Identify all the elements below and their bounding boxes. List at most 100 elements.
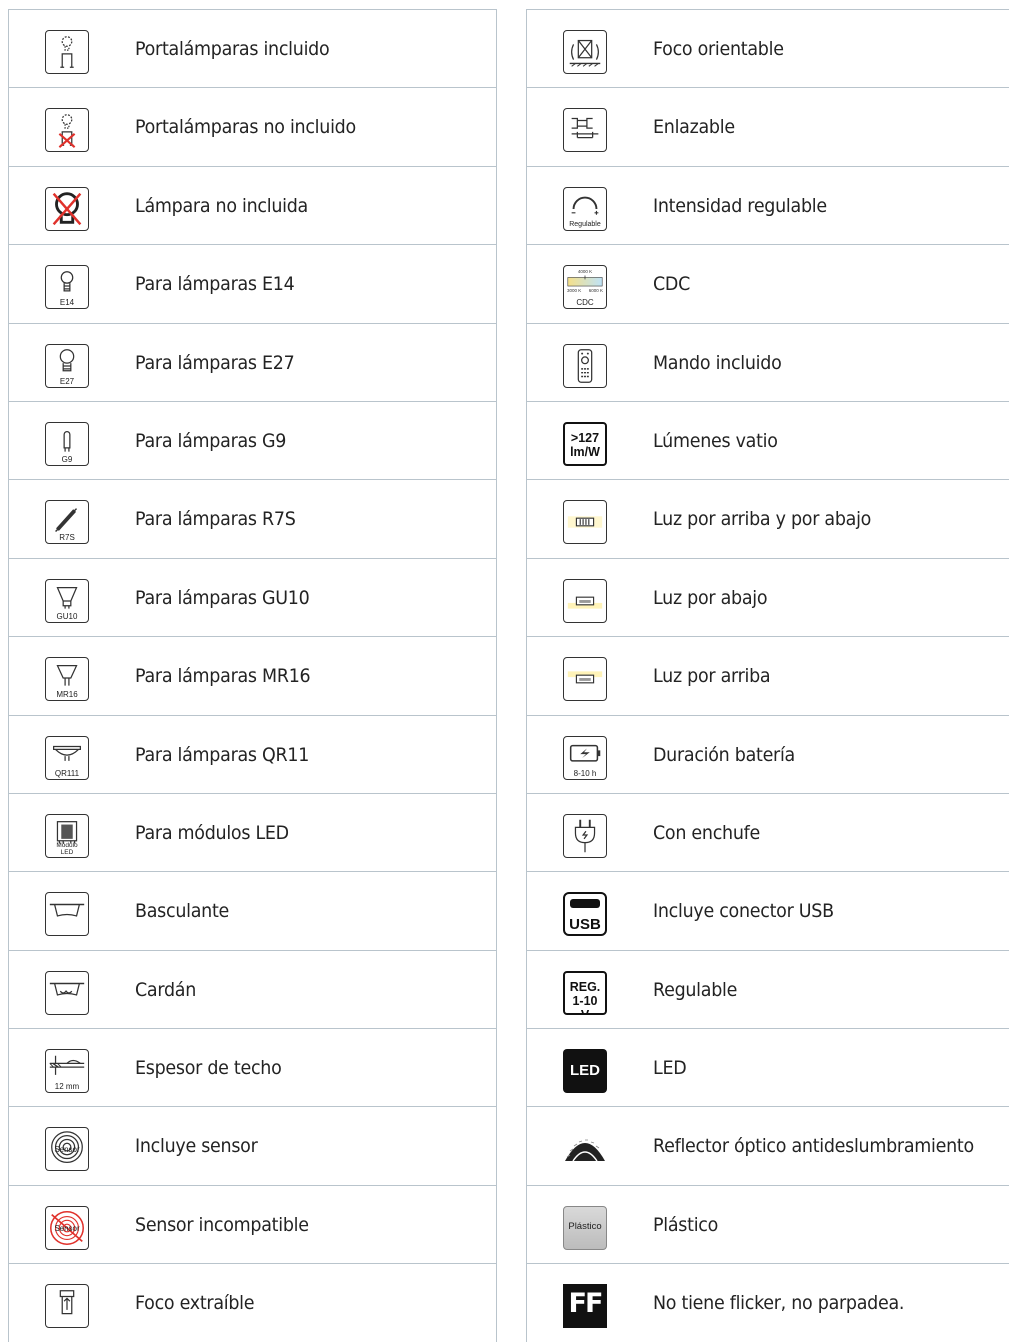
lampholder-included-icon <box>45 30 89 74</box>
light-up-down-icon <box>563 500 607 545</box>
legend-row: Portalámparas no incluido <box>9 87 496 165</box>
legend-row: E27 Para lámparas E27 <box>9 322 496 401</box>
legend-label: Luz por arriba y por abajo <box>653 508 872 531</box>
legend-row: G9 Para lámparas G9 <box>9 400 496 479</box>
icon-caption: 12 mm <box>54 1082 80 1092</box>
icon-caption: E27 <box>59 376 75 386</box>
led-module-icon: Módulo LED <box>45 813 89 858</box>
bulb-mr16-icon: MR16 <box>45 657 89 702</box>
legend-row: >127 lm/W Lúmenes vatio <box>527 400 1009 479</box>
legend-label: Cardán <box>135 978 197 1001</box>
legend-label: Incluye sensor <box>135 1135 258 1158</box>
legend-row: R7S Para lámparas R7S <box>9 479 496 557</box>
plug-icon <box>563 813 607 858</box>
legend-label: Luz por arriba <box>653 665 771 688</box>
legend-label: Para lámparas GU10 <box>135 586 310 609</box>
legend-label: Para lámparas E14 <box>135 273 295 296</box>
flicker-free-icon: FF <box>563 1284 607 1329</box>
anti-glare-reflector-icon <box>563 1127 607 1172</box>
legend-label: Basculante <box>135 900 229 923</box>
legend-row: Luz por arriba y por abajo <box>527 479 1009 557</box>
legend-row: 4000 K 3000 K 6000 K CDC CDC <box>527 244 1009 322</box>
legend-row: Luz por arriba <box>527 636 1009 714</box>
cct-left-label: 3000 K <box>567 288 582 294</box>
legend-label: Duración batería <box>653 743 795 766</box>
ceiling-thickness-icon: 12 mm <box>45 1049 89 1094</box>
icon-text: USB <box>569 916 601 934</box>
legend-row: GU10 Para lámparas GU10 <box>9 557 496 636</box>
icon-caption: MR16 <box>56 690 78 700</box>
plastic-icon: Plástico <box>563 1205 607 1250</box>
icon-text: Plástico <box>568 1220 602 1232</box>
legend-label: Plástico <box>653 1213 719 1236</box>
battery-icon: 8-10 h <box>563 735 607 780</box>
legend-row: FF No tiene flicker, no parpadea. <box>527 1263 1009 1341</box>
usb-port-shape <box>570 899 600 909</box>
left-column: Portalámparas incluido Portalámparas no i… <box>8 9 497 1342</box>
led-icon: LED <box>563 1049 607 1094</box>
icon-caption: G9 <box>61 454 73 464</box>
legend-label: Intensidad regulable <box>653 194 827 217</box>
legend-label: Con enchufe <box>653 821 761 844</box>
legend-label: Regulable <box>653 978 738 1001</box>
gimbal-icon <box>45 970 89 1015</box>
legend-label: Para lámparas E27 <box>135 351 295 374</box>
cct-top-label: 4000 K <box>577 269 593 275</box>
legend-row: Foco orientable <box>527 9 1009 87</box>
legend-label: CDC <box>653 273 691 296</box>
legend-row: MR16 Para lámparas MR16 <box>9 636 496 714</box>
legend-row: Módulo LED Para módulos LED <box>9 792 496 871</box>
legend-label: Mando incluido <box>653 351 782 374</box>
legend-label: Para lámparas R7S <box>135 508 296 531</box>
cct-icon: 4000 K 3000 K 6000 K CDC <box>563 265 607 310</box>
legend-label: Sensor incompatible <box>135 1213 309 1236</box>
icon-caption: GU10 <box>56 611 78 621</box>
icon-caption: Regulable <box>569 220 601 228</box>
legend-label: Portalámparas incluido <box>135 38 330 60</box>
legend-row: Reflector óptico antideslumbramiento <box>527 1106 1009 1184</box>
icon-caption: CDC <box>576 298 594 308</box>
lampholder-not-included-icon <box>45 108 89 153</box>
legend-row: Cardán <box>9 949 496 1028</box>
legend-row: Luz por abajo <box>527 557 1009 636</box>
icon-caption: R7S <box>59 533 75 543</box>
legend-label: Incluye conector USB <box>653 900 834 923</box>
legend-label: Para módulos LED <box>135 821 289 844</box>
legend-row: Foco extraíble <box>9 1263 496 1341</box>
legend-row: LED LED <box>527 1028 1009 1106</box>
bulb-e27-icon: E27 <box>45 343 89 388</box>
legend-row: QR111 Para lámparas QR11 <box>9 714 496 793</box>
light-down-icon <box>563 578 607 623</box>
legend-row: E14 Para lámparas E14 <box>9 244 496 322</box>
lamp-not-included-icon <box>45 186 89 231</box>
legend-label: Lámpara no incluida <box>135 194 308 217</box>
bulb-gu10-icon: GU10 <box>45 578 89 623</box>
bulb-qr111-icon: QR111 <box>45 735 89 780</box>
legend-row: Enlazable <box>527 87 1009 165</box>
icon-text: LED <box>570 1062 600 1080</box>
adjustable-spot-icon <box>563 30 607 74</box>
legend-row: 8-10 h Duración batería <box>527 714 1009 793</box>
legend-label: Para lámparas G9 <box>135 429 287 452</box>
legend-row: REG. 1-10 V Regulable <box>527 949 1009 1028</box>
usb-icon: USB <box>563 892 607 937</box>
legend-row: Plástico Plástico <box>527 1184 1009 1263</box>
legend-label: Lúmenes vatio <box>653 429 778 452</box>
legend-row: 12 mm Espesor de techo <box>9 1028 496 1106</box>
legend-label: Portalámparas no incluido <box>135 116 356 139</box>
legend-label: Foco orientable <box>653 38 784 60</box>
legend-row: Basculante <box>9 871 496 949</box>
bulb-e14-icon: E14 <box>45 265 89 310</box>
legend-row: USB Incluye conector USB <box>527 871 1009 949</box>
right-column: Foco orientable Enlazable Regulable Intensi… <box>526 9 1009 1342</box>
legend-row: Sensor Sensor incompatible <box>9 1184 496 1263</box>
legend-row: Sensor Incluye sensor <box>9 1106 496 1184</box>
regulable-1-10v-icon: REG. 1-10 V <box>563 970 607 1015</box>
legend-label: Luz por abajo <box>653 586 768 609</box>
legend-row: Con enchufe <box>527 792 1009 871</box>
icon-caption: 8-10 h <box>573 768 597 778</box>
legend-label: Reflector óptico antideslumbramiento <box>653 1135 974 1158</box>
removable-spot-icon <box>45 1284 89 1329</box>
bulb-r7s-icon: R7S <box>45 500 89 545</box>
icon-caption: Sensor <box>54 1145 80 1155</box>
